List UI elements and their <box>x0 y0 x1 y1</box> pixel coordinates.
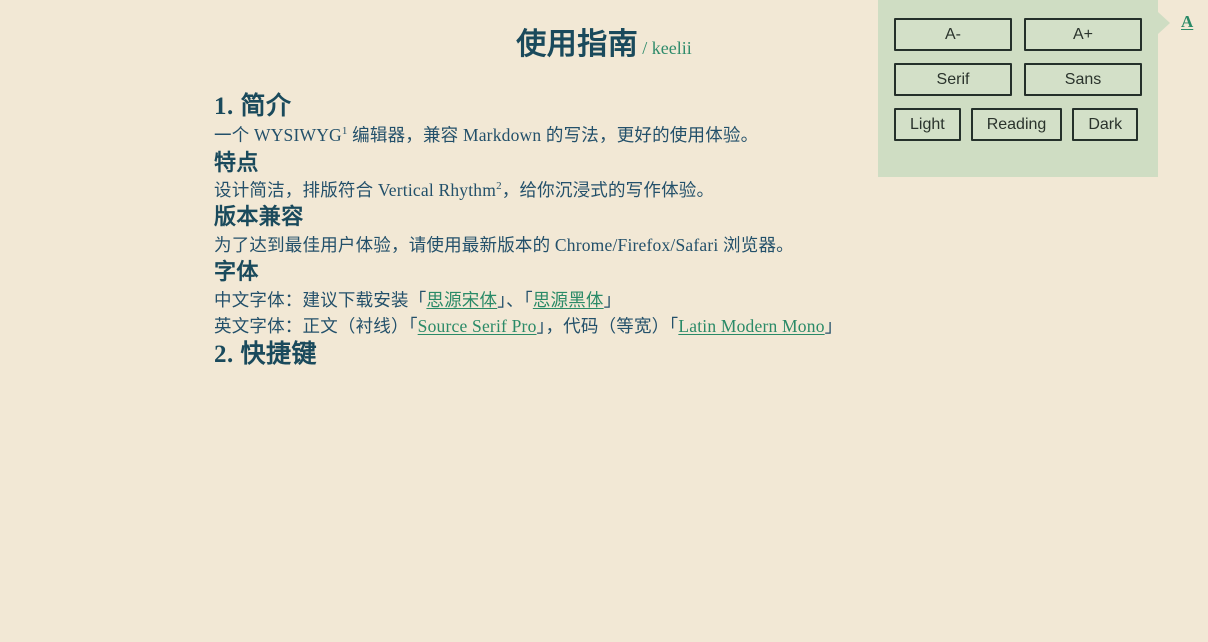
cn-bracket-open-2: 「 <box>523 289 533 310</box>
en-bracket-open-2: 「 <box>669 316 679 337</box>
cn-bracket-open-1: 「 <box>408 289 427 310</box>
reading-theme-button[interactable]: Reading <box>970 108 1063 141</box>
paragraph-intro-suffix: 编辑器，兼容 Markdown 的写法，更好的使用体验。 <box>347 125 759 146</box>
heading-shortcuts: 2. 快捷键 <box>214 341 318 369</box>
page-byline: / keelii <box>642 38 692 58</box>
heading-compatibility: 版本兼容 <box>214 204 304 230</box>
link-source-han-serif[interactable]: 思源宋体 <box>426 290 497 310</box>
light-theme-button[interactable]: Light <box>894 108 961 141</box>
paragraph-features-suffix: ，给你沉浸式的写作体验。 <box>501 180 715 201</box>
page-title-text: 使用指南 <box>516 28 639 61</box>
cn-bracket-close-1: 」 <box>497 289 507 310</box>
paragraph-features: 设计简洁，排版符合 Vertical Rhythm2，给你沉浸式的写作体验。 <box>214 177 1178 203</box>
paragraph-intro-prefix: 一个 WYSIWYG <box>214 125 342 146</box>
font-settings-toggle[interactable]: A <box>1181 12 1193 32</box>
paragraph-english-fonts: 英文字体：正文（衬线）「Source Serif Pro」，代码（等宽）「Lat… <box>214 313 1178 339</box>
en-bracket-close-2: 」 <box>824 316 843 337</box>
link-source-serif-pro[interactable]: Source Serif Pro <box>418 316 537 336</box>
link-source-han-sans[interactable]: 思源黑体 <box>533 290 604 310</box>
dark-theme-button[interactable]: Dark <box>1072 108 1139 141</box>
increase-font-size-button[interactable]: A+ <box>1024 18 1142 51</box>
en-bracket-open-1: 「 <box>408 316 418 337</box>
paragraph-features-prefix: 设计简洁，排版符合 Vertical Rhythm <box>214 180 497 201</box>
sans-typeface-button[interactable]: Sans <box>1024 63 1142 96</box>
typeface-button-row: Serif Sans <box>894 63 1142 96</box>
decrease-font-size-button[interactable]: A- <box>894 18 1012 51</box>
paragraph-chinese-fonts: 中文字体：建议下载安装「思源宋体」、「思源黑体」 <box>214 287 1178 313</box>
serif-typeface-button[interactable]: Serif <box>894 63 1012 96</box>
panel-pointer-arrow <box>1158 12 1170 34</box>
cn-font-separator: 、 <box>506 289 524 310</box>
en-font-prefix: 英文字体：正文（衬线） <box>214 316 409 337</box>
cn-bracket-close-2: 」 <box>603 289 622 310</box>
paragraph-compatibility: 为了达到最佳用户体验，请使用最新版本的 Chrome/Firefox/Safar… <box>214 234 794 255</box>
font-size-button-row: A- A+ <box>894 18 1142 51</box>
reader-settings-panel: A- A+ Serif Sans Light Reading Dark <box>878 0 1158 177</box>
en-font-separator: ，代码（等宽） <box>545 316 670 337</box>
theme-button-row: Light Reading Dark <box>894 108 1142 141</box>
cn-font-prefix: 中文字体：建议下载安装 <box>214 289 409 310</box>
link-latin-modern-mono[interactable]: Latin Modern Mono <box>678 316 824 336</box>
heading-fonts: 字体 <box>214 259 259 285</box>
